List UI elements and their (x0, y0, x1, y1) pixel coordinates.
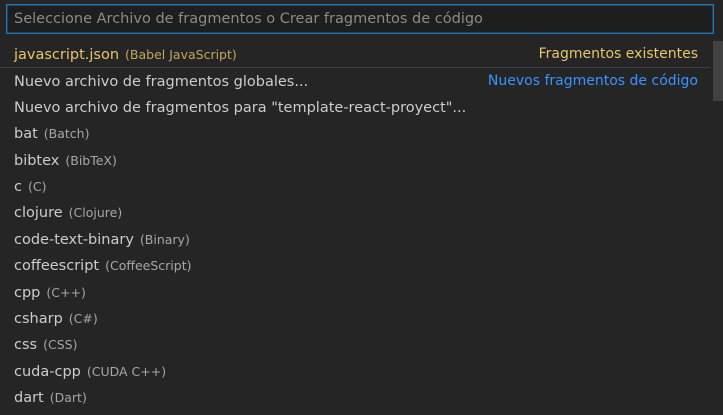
search-input-container (6, 4, 714, 34)
list-item-description: (Clojure) (68, 205, 123, 221)
list-item-label: css (14, 337, 38, 354)
list-item-description: (Babel JavaScript) (125, 47, 237, 62)
list-item-description: (Batch) (43, 126, 90, 142)
list-item[interactable]: coffeescript (CoffeeScript) (0, 252, 710, 278)
list-item-label: code-text-binary (14, 231, 134, 248)
list-item[interactable]: dart (Dart) (0, 384, 710, 410)
list-item[interactable]: Nuevo archivo de fragmentos para "templa… (0, 94, 710, 120)
list-item-description: (Dart) (49, 390, 87, 406)
list-group-label: Fragmentos existentes (538, 46, 698, 62)
list-item-label: coffeescript (14, 258, 100, 275)
list-item-label: dart (14, 390, 44, 407)
list-item-description: (CoffeeScript) (105, 258, 192, 274)
list-item-label: cuda-cpp (14, 363, 81, 380)
list-item[interactable]: bat (Batch) (0, 120, 710, 146)
list-group-label: Nuevos fragmentos de código (487, 73, 698, 90)
list-item-description: (CUDA C++) (86, 363, 167, 379)
list-item[interactable]: cuda-cpp (CUDA C++) (0, 358, 710, 384)
list-item-label: csharp (14, 310, 63, 327)
snippet-file-list: javascript.json (Babel JavaScript) Fragmen… (0, 41, 710, 410)
list-item-label: clojure (14, 205, 63, 222)
list-item-description: (C) (27, 178, 47, 194)
list-item[interactable]: bibtex (BibTeX) (0, 147, 710, 173)
list-item[interactable]: css (CSS) (0, 331, 710, 357)
scrollbar-thumb[interactable] (713, 41, 723, 101)
list-item-label: javascript.json (14, 47, 120, 63)
list-item[interactable]: cpp (C++) (0, 279, 710, 305)
list-scrollbar[interactable] (713, 41, 723, 415)
list-item-label: c (14, 178, 22, 195)
list-item-description: (BibTeX) (65, 152, 117, 168)
list-item[interactable]: csharp (C#) (0, 305, 710, 331)
list-item-label: Nuevo archivo de fragmentos para "templa… (14, 99, 467, 116)
list-item-description: (C#) (68, 310, 98, 326)
list-item[interactable]: clojure (Clojure) (0, 199, 710, 225)
list-item[interactable]: code-text-binary (Binary) (0, 226, 710, 252)
quick-pick-widget: javascript.json (Babel JavaScript) Fragmen… (0, 0, 723, 415)
search-input[interactable] (8, 6, 712, 32)
list-item-label: Nuevo archivo de fragmentos globales... (14, 74, 309, 91)
list-item-label: bibtex (14, 152, 60, 169)
list-item-description: (CSS) (43, 337, 78, 353)
list-item[interactable]: c (C) (0, 173, 710, 199)
list-item-label: bat (14, 126, 38, 143)
list-item[interactable]: Nuevo archivo de fragmentos globales... N… (0, 67, 710, 93)
list-item-label: cpp (14, 284, 41, 301)
list-item-description: (C++) (46, 284, 86, 300)
list-item-description: (Binary) (139, 231, 190, 247)
list-item[interactable]: javascript.json (Babel JavaScript) Fragmen… (0, 41, 710, 67)
